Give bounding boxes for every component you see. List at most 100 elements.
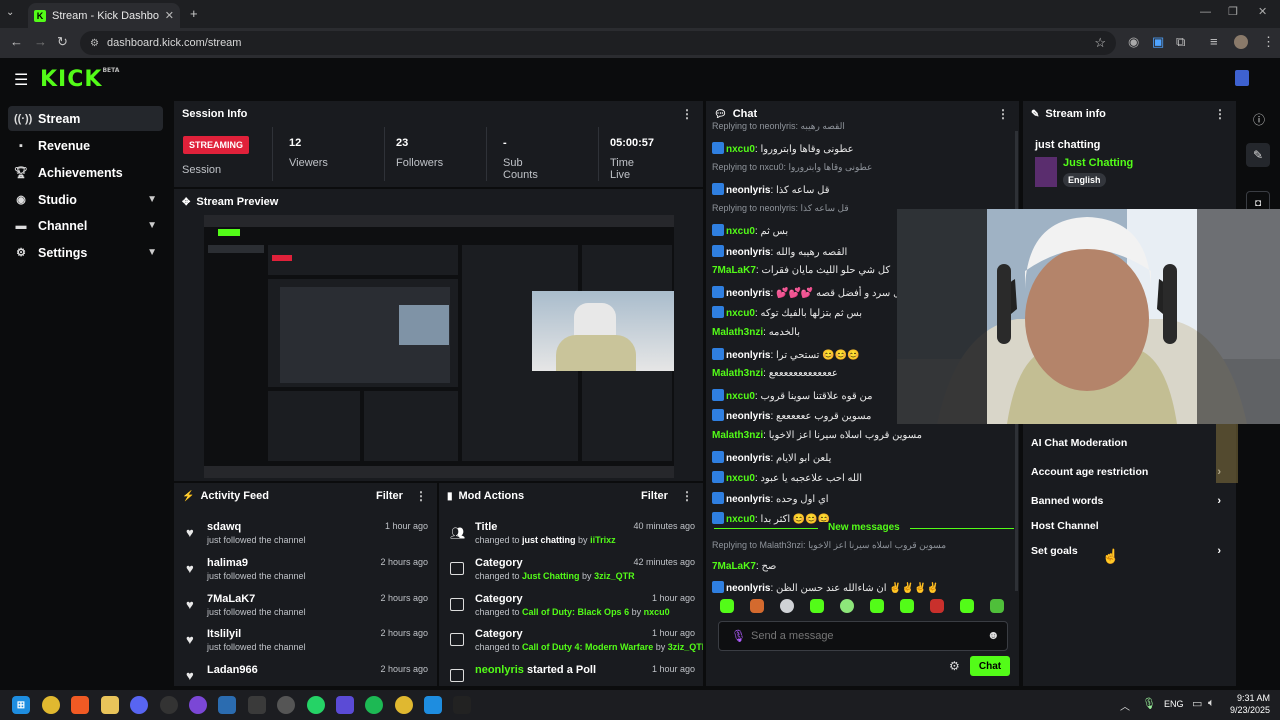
- detail-moderator[interactable]: 3ziz_QTR: [668, 642, 703, 652]
- sidebar-item-achievements[interactable]: 🏆︎ Achievements: [8, 160, 163, 185]
- whatsapp-icon[interactable]: [307, 696, 325, 714]
- hamburger-menu-icon[interactable]: ☰: [14, 70, 28, 90]
- minimize-icon[interactable]: —: [1200, 6, 1211, 18]
- extensions-puzzle-icon[interactable]: ⧉: [1176, 34, 1185, 50]
- forward-icon[interactable]: →: [34, 34, 47, 49]
- chat-username[interactable]: Malath3nzi: [712, 430, 763, 441]
- chat-message-input[interactable]: [751, 627, 971, 645]
- tray-mic-icon[interactable]: 🎙︎: [1142, 697, 1156, 710]
- chat-username[interactable]: 7MaLaK7: [712, 561, 756, 572]
- user-avatar[interactable]: [1235, 70, 1249, 86]
- spotify-icon[interactable]: [365, 696, 383, 714]
- emote-icon[interactable]: [960, 599, 974, 613]
- send-chat-button[interactable]: Chat: [970, 656, 1010, 676]
- profile-avatar-icon[interactable]: [1234, 35, 1248, 49]
- chat-username[interactable]: Malath3nzi: [712, 327, 763, 338]
- follower-name[interactable]: sdawq: [207, 521, 241, 533]
- maximize-icon[interactable]: ❐: [1228, 5, 1238, 18]
- file-explorer-icon[interactable]: [101, 696, 119, 714]
- kick-logo[interactable]: KICKBETA: [40, 67, 119, 92]
- app-icon-2[interactable]: [218, 696, 236, 714]
- emote-icon[interactable]: [840, 599, 854, 613]
- more-options-icon[interactable]: ⋮: [681, 107, 693, 121]
- follower-name[interactable]: Itslilyil: [207, 628, 241, 640]
- emote-icon[interactable]: [900, 599, 914, 613]
- browser-tab[interactable]: K Stream - Kick Dashboard ✕: [28, 3, 180, 28]
- volume-icon[interactable]: 🔈︎: [1208, 697, 1215, 710]
- close-tab-icon[interactable]: ✕: [165, 9, 174, 22]
- ai-chat-moderation-item[interactable]: AI Chat Moderation: [1031, 437, 1227, 457]
- clock-time[interactable]: 9:31 AM: [1226, 693, 1270, 703]
- emote-icon[interactable]: [990, 599, 1004, 613]
- detail-moderator[interactable]: iiTrixz: [590, 535, 616, 545]
- stream-preview-video[interactable]: [204, 215, 674, 478]
- account-age-restriction-item[interactable]: Account age restriction ›: [1031, 466, 1227, 486]
- chat-input-box[interactable]: 🎙︎ ☻: [718, 621, 1008, 651]
- more-options-icon[interactable]: ⋮: [1214, 107, 1226, 121]
- sidebar-item-studio[interactable]: ◉ Studio ▼: [8, 187, 163, 212]
- category-link[interactable]: Just Chatting: [1063, 157, 1133, 169]
- reading-list-icon[interactable]: ≡: [1210, 34, 1218, 49]
- language-indicator[interactable]: ENG: [1164, 699, 1184, 709]
- chat-username[interactable]: nxcu0: [726, 226, 755, 237]
- chat-username[interactable]: nxcu0: [726, 514, 755, 525]
- chat-username[interactable]: neonlyris: [726, 350, 770, 361]
- more-options-icon[interactable]: ⋮: [415, 489, 427, 503]
- filter-button[interactable]: Filter: [376, 490, 403, 502]
- more-options-icon[interactable]: ⋮: [681, 489, 693, 503]
- app-icon-4[interactable]: [277, 696, 295, 714]
- extension-icon[interactable]: ◉: [1128, 34, 1139, 50]
- chat-username[interactable]: neonlyris: [726, 494, 770, 505]
- sidebar-item-stream[interactable]: ((·)) Stream: [8, 106, 163, 131]
- sidebar-item-settings[interactable]: ⚙ Settings ▼: [8, 240, 163, 265]
- follower-name[interactable]: halima9: [207, 557, 248, 569]
- tab-list-icon[interactable]: ⌄: [6, 7, 14, 18]
- browser-menu-icon[interactable]: ⋮: [1262, 34, 1275, 50]
- back-icon[interactable]: ←: [10, 34, 23, 49]
- extension-icon-2[interactable]: ▣: [1152, 34, 1164, 50]
- discord-icon[interactable]: [130, 696, 148, 714]
- chat-username[interactable]: neonlyris: [726, 583, 770, 594]
- tray-arrow-icon[interactable]: ︿: [1120, 698, 1130, 713]
- sidebar-item-channel[interactable]: ▬ Channel ▼: [8, 213, 163, 238]
- microphone-icon[interactable]: 🎙︎: [731, 629, 746, 643]
- chat-username[interactable]: 7MaLaK7: [712, 265, 756, 276]
- chat-username[interactable]: nxcu0: [726, 391, 755, 402]
- chat-username[interactable]: neonlyris: [726, 411, 770, 422]
- emote-icon[interactable]: [810, 599, 824, 613]
- detail-moderator[interactable]: 3ziz_QTR: [594, 571, 635, 581]
- chat-username[interactable]: neonlyris: [726, 247, 770, 258]
- address-bar[interactable]: ⚙ dashboard.kick.com/stream ☆: [80, 31, 1116, 55]
- bookmark-star-icon[interactable]: ☆: [1094, 35, 1106, 51]
- chrome-icon[interactable]: [42, 696, 60, 714]
- chat-username[interactable]: neonlyris: [726, 453, 770, 464]
- emote-icon[interactable]: [780, 599, 794, 613]
- app-icon-3[interactable]: [248, 696, 266, 714]
- close-window-icon[interactable]: ✕: [1258, 5, 1267, 18]
- more-options-icon[interactable]: ⋮: [997, 107, 1009, 121]
- detail-moderator[interactable]: nxcu0: [644, 607, 670, 617]
- obs-icon[interactable]: [453, 696, 471, 714]
- chat-username[interactable]: Malath3nzi: [712, 368, 763, 379]
- follower-name[interactable]: 7MaLaK7: [207, 593, 255, 605]
- emote-icon[interactable]: [870, 599, 884, 613]
- brave-icon[interactable]: [71, 696, 89, 714]
- set-goals-item[interactable]: Set goals ›: [1031, 545, 1227, 565]
- app-icon-5[interactable]: [336, 696, 354, 714]
- sidebar-item-revenue[interactable]: ▪ Revenue: [8, 133, 163, 158]
- filter-button[interactable]: Filter: [641, 490, 668, 502]
- app-icon[interactable]: [189, 696, 207, 714]
- site-info-icon[interactable]: ⚙: [90, 38, 99, 49]
- info-icon[interactable]: ⓘ: [1253, 111, 1265, 128]
- poll-user[interactable]: neonlyris: [475, 664, 524, 676]
- steam-icon[interactable]: [160, 696, 178, 714]
- chat-username[interactable]: neonlyris: [726, 185, 770, 196]
- clock-date[interactable]: 9/23/2025: [1224, 705, 1270, 715]
- emote-icon[interactable]: [750, 599, 764, 613]
- start-menu-icon[interactable]: ⊞: [12, 696, 30, 714]
- reload-icon[interactable]: ↻: [57, 34, 68, 50]
- edit-pencil-icon[interactable]: ✎: [1246, 143, 1270, 167]
- chat-username[interactable]: nxcu0: [726, 308, 755, 319]
- emoji-picker-icon[interactable]: ☻: [987, 628, 1000, 642]
- network-icon[interactable]: ▭: [1192, 697, 1202, 710]
